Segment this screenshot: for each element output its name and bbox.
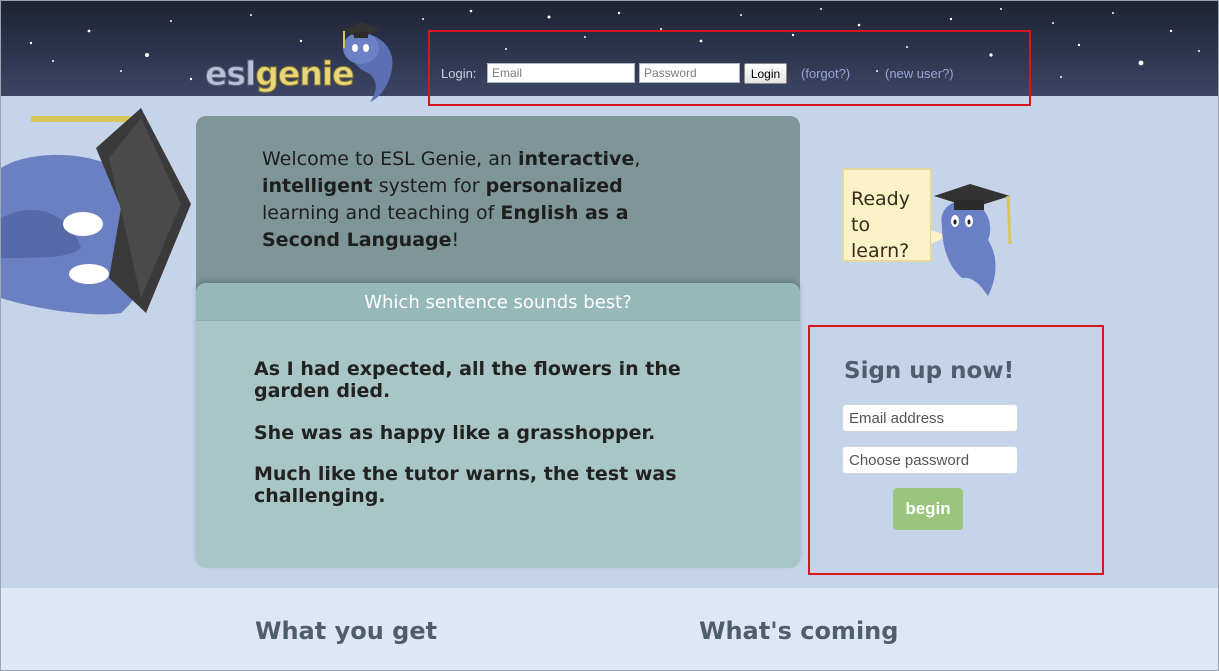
- signup-email-input[interactable]: [842, 404, 1018, 432]
- quiz-panel: Which sentence sounds best? As I had exp…: [196, 283, 800, 568]
- logo-text-esl: esl: [204, 54, 256, 93]
- login-button[interactable]: Login: [744, 63, 787, 84]
- signup-password-input[interactable]: [842, 446, 1018, 474]
- signup-title: Sign up now!: [844, 358, 1015, 384]
- login-email-input[interactable]: [487, 63, 635, 83]
- welcome-message: Welcome to ESL Genie, an interactive, in…: [262, 148, 641, 251]
- logo-text-genie: genie: [255, 54, 355, 93]
- forgot-password-link[interactable]: (forgot?): [801, 66, 850, 81]
- features-band: [1, 588, 1218, 670]
- login-password-input[interactable]: [639, 63, 740, 83]
- quiz-sentence-option[interactable]: As I had expected, all the flowers in th…: [254, 358, 734, 402]
- quiz-sentence-option[interactable]: Much like the tutor warns, the test was …: [254, 463, 734, 507]
- quiz-header: Which sentence sounds best?: [196, 283, 800, 321]
- new-user-link[interactable]: (new user?): [885, 66, 954, 81]
- what-you-get-heading: What you get: [255, 617, 438, 645]
- quiz-title: Which sentence sounds best?: [364, 292, 632, 313]
- genie-mascot-icon: [1, 108, 191, 315]
- whats-coming-heading: What's coming: [699, 617, 899, 645]
- ready-to-learn-note: Ready to learn?: [851, 188, 910, 262]
- logo[interactable]: eslgenie: [204, 54, 355, 93]
- login-label: Login:: [441, 66, 477, 81]
- begin-button[interactable]: begin: [893, 488, 963, 530]
- quiz-sentence-option[interactable]: She was as happy like a grasshopper.: [254, 422, 734, 444]
